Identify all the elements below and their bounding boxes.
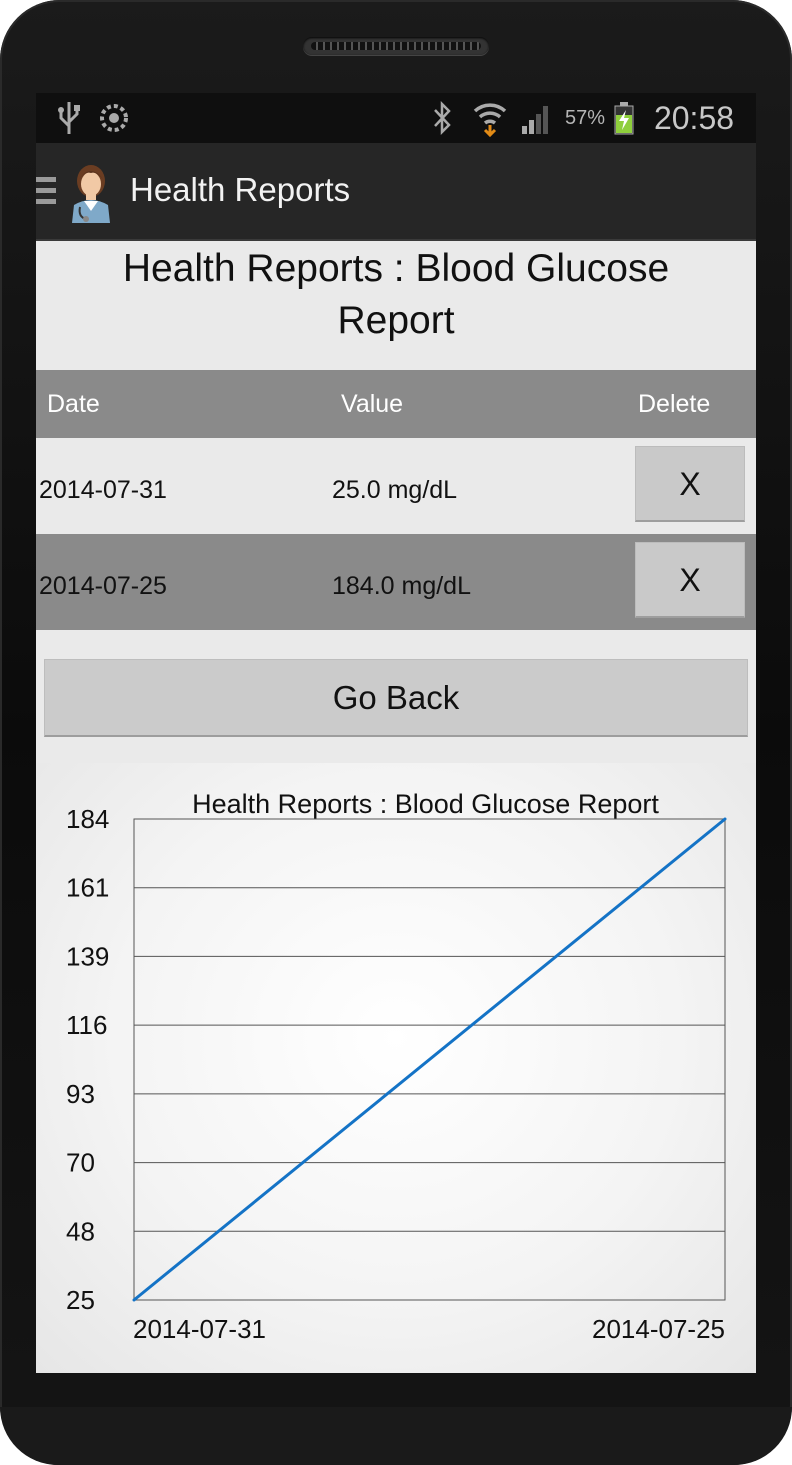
x-tick-label: 2014-07-25: [592, 1314, 725, 1344]
clock: 20:58: [653, 99, 735, 136]
y-tick-label: 116: [66, 1010, 107, 1040]
page-title-line-2: Report: [337, 299, 455, 342]
y-tick-label: 93: [66, 1079, 95, 1109]
column-header-value: Value: [341, 390, 404, 418]
action-bar-title: Health Reports: [130, 171, 351, 208]
row-value: 184.0 mg/dL: [332, 572, 471, 600]
y-tick-label: 48: [66, 1216, 95, 1246]
row-value: 25.0 mg/dL: [332, 476, 458, 504]
bluetooth-icon: [428, 93, 456, 143]
row-date: 2014-07-31: [39, 476, 167, 504]
table-row: 2014-07-25 184.0 mg/dL X: [36, 534, 756, 630]
phone-frame: 57% 20:58 Health Reports Health Reports …: [0, 0, 792, 1465]
page-title-line-1: Health Reports : Blood Glucose: [122, 247, 670, 290]
screen: 57% 20:58 Health Reports Health Reports …: [36, 93, 756, 1373]
x-tick-label: 2014-07-31: [133, 1314, 266, 1344]
drawer-toggle-icon[interactable]: [36, 177, 56, 207]
y-tick-label: 70: [66, 1148, 95, 1178]
table-row: 2014-07-31 25.0 mg/dL X: [36, 438, 756, 534]
data-point: [132, 1298, 136, 1302]
action-bar: Health Reports: [36, 143, 756, 241]
page-title: Health Reports : Blood Glucose Report: [36, 243, 756, 347]
chart-area: 184 161 139 116 93 70 48 25 Health Reports : Blo…: [36, 763, 756, 1373]
delete-button[interactable]: X: [635, 542, 745, 618]
app-logo-icon[interactable]: [66, 161, 116, 223]
signal-icon: [516, 93, 556, 143]
status-bar: 57% 20:58: [36, 93, 756, 143]
column-header-date: Date: [47, 390, 100, 418]
sync-icon: [96, 93, 132, 143]
column-header-delete: Delete: [638, 390, 711, 418]
data-point: [723, 817, 727, 821]
y-tick-label: 161: [66, 873, 109, 903]
battery-percent: 57%: [564, 106, 606, 129]
series-line: [133, 817, 726, 1302]
row-date: 2014-07-25: [39, 572, 167, 600]
y-tick-label: 184: [66, 804, 109, 834]
y-tick-label: 25: [66, 1285, 95, 1315]
table-header: Date Value Delete: [36, 370, 756, 438]
y-tick-label: 139: [66, 941, 109, 971]
battery-charging-icon: [610, 93, 638, 143]
delete-button[interactable]: X: [635, 446, 745, 522]
line-chart: 184 161 139 116 93 70 48 25 Health Reports : Blo…: [66, 789, 727, 1344]
wifi-icon: [472, 93, 508, 143]
bottom-bezel: [0, 1407, 792, 1465]
chart-title: Health Reports : Blood Glucose Report: [192, 789, 659, 819]
usb-icon: [54, 93, 84, 143]
go-back-button[interactable]: Go Back: [44, 659, 748, 737]
earpiece-speaker: [303, 37, 489, 55]
